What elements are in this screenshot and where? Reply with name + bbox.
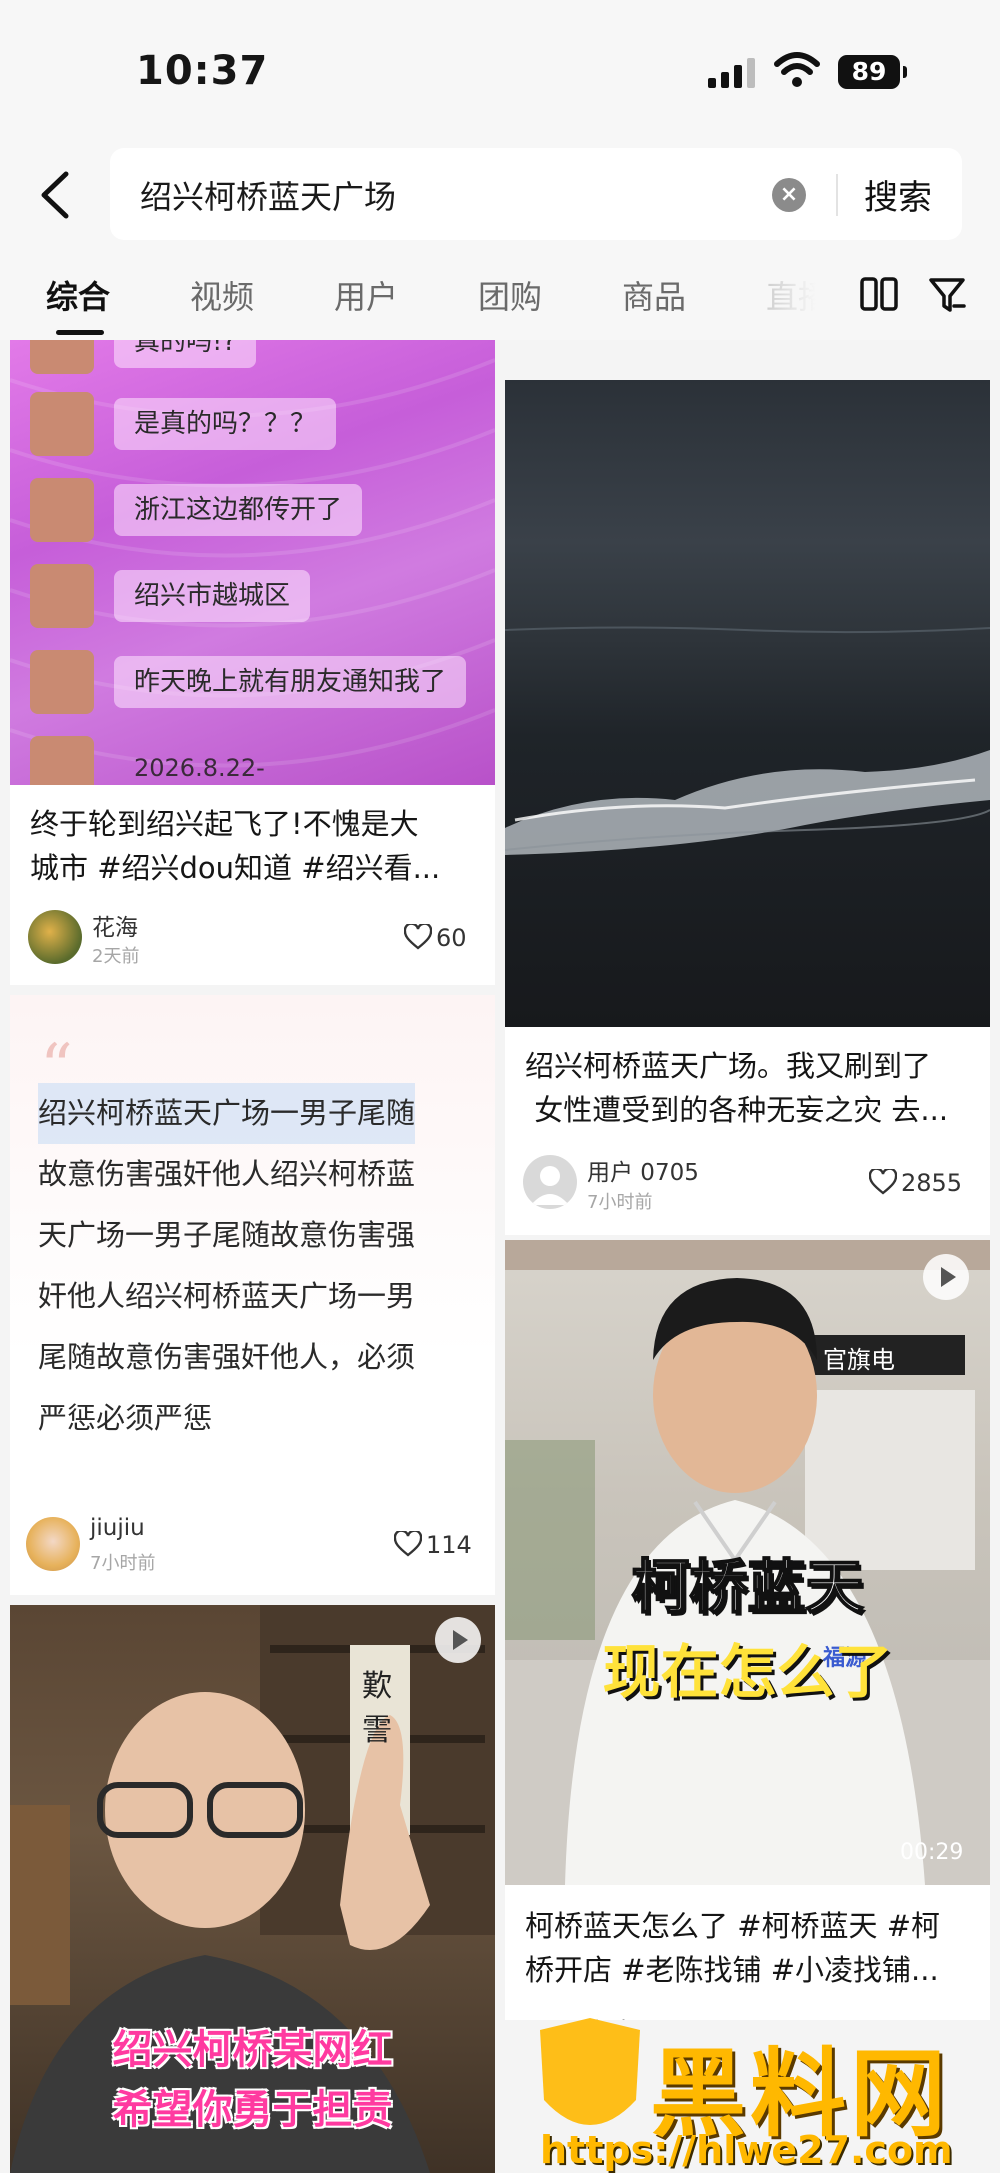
- post-time: 7小时前: [90, 1553, 156, 1574]
- search-header: 绍兴柯桥蓝天广场 × 搜索: [0, 140, 1000, 250]
- quote-line: 天广场一男子尾随故意伤害强: [38, 1218, 416, 1252]
- like-count[interactable]: 2855: [869, 1169, 962, 1197]
- like-number: 2855: [901, 1169, 963, 1197]
- store-sign: 官旗电: [823, 1346, 895, 1374]
- watermark-logo: 黑料网 https://hlwe27.com: [520, 2010, 1000, 2173]
- tab-fade: [720, 250, 840, 340]
- video-play-icon[interactable]: [435, 1617, 481, 1663]
- video-overlay-subtitle: 希望你勇于担责: [112, 2087, 393, 2133]
- pig-avatar-icon: [30, 650, 94, 714]
- video-thumbnail: 官旗电 福源 柯桥蓝天 现在怎么了 00:29: [505, 1240, 990, 1885]
- video-duration: 00:29: [900, 1840, 964, 1865]
- divider: [836, 174, 838, 216]
- post-time: 2天前: [92, 946, 140, 967]
- card-title-line: 绍兴柯桥蓝天广场。我又刷到了: [525, 1049, 932, 1083]
- author-name[interactable]: 花海: [92, 908, 138, 942]
- quote-line: 尾随故意伤害强奸他人，必须: [38, 1340, 416, 1374]
- chat-bubble: 是真的吗？？？: [114, 398, 337, 450]
- filter-tabs: 综合 视频 用户 团购 商品 直播: [0, 250, 1000, 340]
- author-avatar[interactable]: [28, 910, 82, 964]
- quote-line: 奸他人绍兴柯桥蓝天广场一男: [38, 1279, 416, 1313]
- pig-avatar-icon: [30, 564, 94, 628]
- video-overlay-title: 柯桥蓝天: [630, 1552, 864, 1622]
- pig-avatar-icon: [30, 392, 94, 456]
- scroll-calligraphy: 歎霅: [362, 1669, 392, 1748]
- post-time: 7小时前: [587, 1192, 653, 1213]
- battery-indicator: 89: [838, 55, 907, 89]
- layout-toggle-icon[interactable]: [860, 276, 898, 312]
- clear-search-icon[interactable]: ×: [772, 178, 806, 212]
- result-card-chat[interactable]: 真的吗!? 是真的吗？？？ 浙江这边都传开了 绍兴市越城区 昨天晚上就有朋友通知…: [10, 340, 495, 985]
- tab-goods[interactable]: 商品: [622, 272, 686, 318]
- card-title-line: 终于轮到绍兴起飞了!不愧是大: [30, 807, 419, 841]
- chat-screenshot-image: 真的吗!? 是真的吗？？？ 浙江这边都传开了 绍兴市越城区 昨天晚上就有朋友通知…: [10, 340, 495, 785]
- wifi-icon: [774, 52, 820, 87]
- author-name[interactable]: jiujiu: [90, 1515, 145, 1541]
- quote-line: 故意伤害强奸他人绍兴柯桥蓝: [38, 1157, 416, 1191]
- tab-comprehensive[interactable]: 综合: [46, 272, 110, 318]
- pig-avatar-icon: [30, 340, 94, 374]
- tab-user[interactable]: 用户: [334, 272, 398, 318]
- author-avatar[interactable]: [26, 1517, 80, 1571]
- like-number: 60: [436, 924, 467, 952]
- like-number: 114: [426, 1531, 472, 1559]
- waves-graphic: [505, 626, 990, 855]
- author-name[interactable]: 用户 0705: [587, 1153, 699, 1187]
- watermark-url: https://hlwe27.com: [540, 2128, 953, 2172]
- pig-avatar-icon: [30, 478, 94, 542]
- like-count[interactable]: 114: [394, 1531, 472, 1559]
- result-card-night-sea[interactable]: 绍兴柯桥蓝天广场。我又刷到了 女性遭受到的各种无妄之灾 去... 用户 0705…: [505, 380, 990, 1235]
- quote-text: 绍兴柯桥蓝天广场一男子尾随 故意伤害强奸他人绍兴柯桥蓝 天广场一男子尾随故意伤害…: [38, 1083, 468, 1449]
- card-title-line: 女性遭受到的各种无妄之灾 去...: [525, 1093, 949, 1127]
- result-card-quote[interactable]: “ 绍兴柯桥蓝天广场一男子尾随 故意伤害强奸他人绍兴柯桥蓝 天广场一男子尾随故意…: [10, 995, 495, 1595]
- quote-line: 绍兴柯桥蓝天广场一男子尾随: [38, 1083, 416, 1144]
- heart-icon: [404, 924, 432, 950]
- heart-icon: [869, 1169, 897, 1195]
- filter-icon[interactable]: [928, 276, 966, 314]
- chat-bubble: 绍兴市越城区: [114, 570, 311, 622]
- active-tab-indicator: [56, 330, 104, 335]
- night-sea-image: [505, 380, 990, 1027]
- chat-bubble: 浙江这边都传开了: [114, 484, 363, 536]
- card-title-line: 桥开店 #老陈找铺 #小凌找铺...: [525, 1953, 939, 1987]
- chat-date: 2026.8.22-8.23: [134, 754, 265, 785]
- video-overlay-title: 绍兴柯桥某网红: [112, 2027, 393, 2073]
- tab-group-buy[interactable]: 团购: [478, 272, 542, 318]
- author-avatar-default[interactable]: [523, 1155, 577, 1209]
- search-button[interactable]: 搜索: [864, 170, 932, 219]
- status-bar: 10:37 89: [0, 0, 1000, 140]
- result-card-video-bald[interactable]: 歎霅 绍兴柯桥某网红 希望你勇于担责: [10, 1605, 495, 2173]
- back-arrow-icon[interactable]: [36, 170, 72, 220]
- like-count[interactable]: 60: [404, 924, 467, 952]
- card-title-line: 城市 #绍兴dou知道 #绍兴看...: [30, 851, 441, 885]
- pig-avatar-icon: [30, 736, 94, 785]
- cellular-signal-icon: [708, 58, 755, 88]
- result-card-video-man[interactable]: 官旗电 福源 柯桥蓝天 现在怎么了 00:29 柯桥蓝天怎么了 #柯桥蓝天 #柯…: [505, 1240, 990, 2020]
- search-input[interactable]: 绍兴柯桥蓝天广场 × 搜索: [110, 148, 962, 240]
- search-query[interactable]: 绍兴柯桥蓝天广场: [140, 172, 396, 218]
- quote-line: 严惩必须严惩: [38, 1401, 213, 1435]
- chat-bubble: 真的吗!?: [114, 340, 257, 368]
- video-play-icon[interactable]: [923, 1254, 969, 1300]
- video-overlay-subtitle: 现在怎么了: [602, 1638, 893, 1706]
- heart-icon: [394, 1531, 422, 1557]
- video-thumbnail: 歎霅 绍兴柯桥某网红 希望你勇于担责: [10, 1605, 495, 2173]
- chat-bubble: 昨天晚上就有朋友通知我了: [114, 656, 467, 708]
- tab-video[interactable]: 视频: [190, 272, 254, 318]
- clock: 10:37: [136, 48, 269, 94]
- card-title-line: 柯桥蓝天怎么了 #柯桥蓝天 #柯: [525, 1909, 941, 1943]
